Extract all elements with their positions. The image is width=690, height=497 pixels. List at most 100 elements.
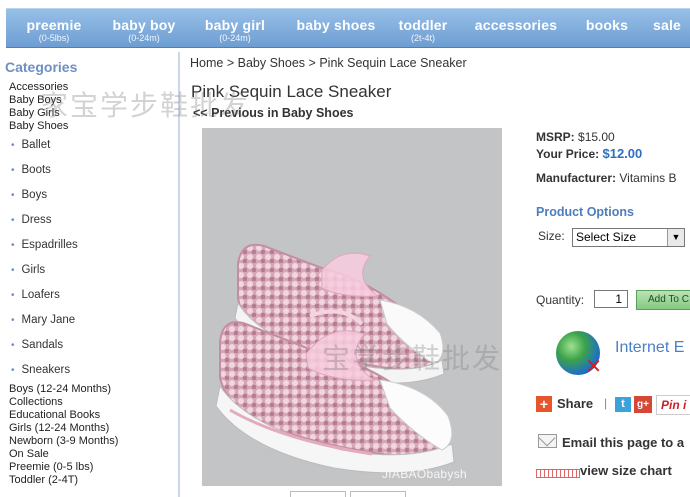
nav-baby-shoes[interactable]: baby shoes: [286, 9, 386, 33]
subcategory-sandals[interactable]: • Sandals: [11, 339, 63, 351]
bullet-icon: •: [11, 290, 15, 301]
nav-sublabel: (0-24m): [219, 33, 251, 43]
manufacturer: Manufacturer: Vitamins B: [536, 171, 677, 185]
bullet-icon: •: [11, 265, 15, 276]
subcategory-label: Boots: [21, 164, 51, 176]
subcategory-sneakers[interactable]: • Sneakers: [11, 364, 70, 376]
ruler-icon: [536, 469, 580, 478]
category-collections[interactable]: Collections: [9, 396, 118, 409]
price-value: $12.00: [602, 146, 643, 161]
nav-baby-girl[interactable]: baby girl (0-24m): [190, 9, 280, 44]
subcategory-girls[interactable]: • Girls: [11, 264, 45, 276]
nav-label: baby boy: [112, 17, 176, 33]
sneaker-illustration: [215, 243, 455, 474]
breadcrumb-current: Pink Sequin Lace Sneaker: [319, 56, 467, 70]
twitter-icon[interactable]: t: [615, 397, 631, 412]
close-icon: ✕: [585, 356, 602, 378]
subcategory-ballet[interactable]: • Ballet: [11, 139, 50, 151]
nav-label: baby girl: [204, 17, 266, 33]
share-separator: |: [604, 396, 608, 410]
chevron-down-icon: ▼: [667, 229, 684, 246]
category-toddler[interactable]: Toddler (2-4T): [9, 474, 118, 487]
bullet-icon: •: [11, 340, 15, 351]
nav-sublabel: (0-24m): [128, 33, 160, 43]
breadcrumb-separator: >: [308, 56, 316, 70]
category-educational-books[interactable]: Educational Books: [9, 409, 118, 422]
subcategory-label: Dress: [21, 214, 52, 226]
breadcrumb-separator: >: [226, 56, 235, 70]
subcategory-label: Girls: [21, 264, 46, 276]
thumbnail[interactable]: [290, 491, 346, 497]
nav-label: sale: [652, 17, 682, 33]
category-girls-12-24[interactable]: Girls (12-24 Months): [9, 422, 118, 435]
internet-explorer-globe-icon: ✕: [556, 331, 602, 378]
nav-label: toddler: [398, 17, 448, 33]
nav-label: accessories: [474, 17, 558, 33]
bullet-icon: •: [11, 215, 15, 226]
breadcrumb-home[interactable]: Home: [190, 56, 223, 70]
previous-link[interactable]: << Previous in Baby Shoes: [193, 106, 353, 120]
bullet-icon: •: [11, 140, 15, 151]
breadcrumb: Home > Baby Shoes > Pink Sequin Lace Sne…: [190, 56, 467, 70]
bullet-icon: •: [11, 315, 15, 326]
subcategory-boots[interactable]: • Boots: [11, 164, 51, 176]
category-preemie[interactable]: Preemie (0-5 lbs): [9, 461, 118, 474]
category-newborn[interactable]: Newborn (3-9 Months): [9, 435, 118, 448]
nav-sale[interactable]: sale: [646, 9, 688, 33]
subcategory-label: Espadrilles: [21, 239, 78, 251]
size-label: Size:: [538, 229, 565, 243]
share-button[interactable]: Share: [557, 396, 593, 411]
quantity-input[interactable]: 1: [594, 290, 628, 308]
bullet-icon: •: [11, 365, 15, 376]
msrp: MSRP: $15.00: [536, 130, 615, 144]
bullet-icon: •: [11, 190, 15, 201]
category-list-top: Accessories Baby Boys Baby Girls Baby Sh…: [9, 81, 68, 133]
category-accessories[interactable]: Accessories: [9, 81, 68, 94]
subcategory-label: Mary Jane: [21, 314, 76, 326]
breadcrumb-baby-shoes[interactable]: Baby Shoes: [238, 56, 305, 70]
categories-title: Categories: [5, 59, 78, 75]
subcategory-label: Sneakers: [21, 364, 71, 376]
envelope-icon: [538, 434, 557, 448]
subcategory-boys[interactable]: • Boys: [11, 189, 47, 201]
nav-label: books: [585, 17, 629, 33]
photo-watermark: JIABAObabysh: [382, 467, 467, 481]
category-on-sale[interactable]: On Sale: [9, 448, 118, 461]
share-plus-icon: +: [536, 396, 552, 412]
subcategory-mary-jane[interactable]: • Mary Jane: [11, 314, 75, 326]
product-title: Pink Sequin Lace Sneaker: [191, 82, 392, 101]
nav-baby-boy[interactable]: baby boy (0-24m): [100, 9, 188, 44]
nav-label: preemie: [26, 17, 82, 33]
msrp-value: $15.00: [578, 130, 615, 144]
category-boys-12-24[interactable]: Boys (12-24 Months): [9, 383, 118, 396]
product-options-heading: Product Options: [536, 205, 634, 219]
subcategory-espadrilles[interactable]: • Espadrilles: [11, 239, 78, 251]
subcategory-label: Boys: [21, 189, 48, 201]
subcategory-dress[interactable]: • Dress: [11, 214, 52, 226]
nav-books[interactable]: books: [579, 9, 635, 33]
subcategory-label: Loafers: [21, 289, 60, 301]
category-baby-shoes[interactable]: Baby Shoes: [9, 120, 68, 133]
google-plus-icon[interactable]: g+: [634, 396, 652, 413]
pinterest-button[interactable]: Pin i: [656, 395, 690, 415]
subcategory-loafers[interactable]: • Loafers: [11, 289, 60, 301]
subcategory-label: Sandals: [21, 339, 64, 351]
bullet-icon: •: [11, 165, 15, 176]
nav-toddler[interactable]: toddler (2t-4t): [388, 9, 458, 44]
add-to-cart-button[interactable]: Add To C: [636, 290, 690, 310]
internet-explorer-text[interactable]: Internet E: [615, 339, 684, 357]
thumbnail[interactable]: [350, 491, 406, 497]
product-image[interactable]: [202, 128, 502, 486]
nav-accessories[interactable]: accessories: [464, 9, 568, 33]
msrp-label: MSRP:: [536, 130, 575, 144]
size-select[interactable]: Select Size ▼: [572, 228, 685, 247]
category-baby-boys[interactable]: Baby Boys: [9, 94, 68, 107]
your-price: Your Price: $12.00: [536, 146, 642, 161]
price-label: Your Price:: [536, 147, 600, 161]
nav-preemie[interactable]: preemie (0-5lbs): [10, 9, 98, 44]
bullet-icon: •: [11, 240, 15, 251]
nav-sublabel: (0-5lbs): [38, 33, 70, 43]
email-page-link[interactable]: Email this page to a: [562, 435, 684, 450]
category-baby-girls[interactable]: Baby Girls: [9, 107, 68, 120]
size-chart-link[interactable]: view size chart: [580, 463, 672, 478]
